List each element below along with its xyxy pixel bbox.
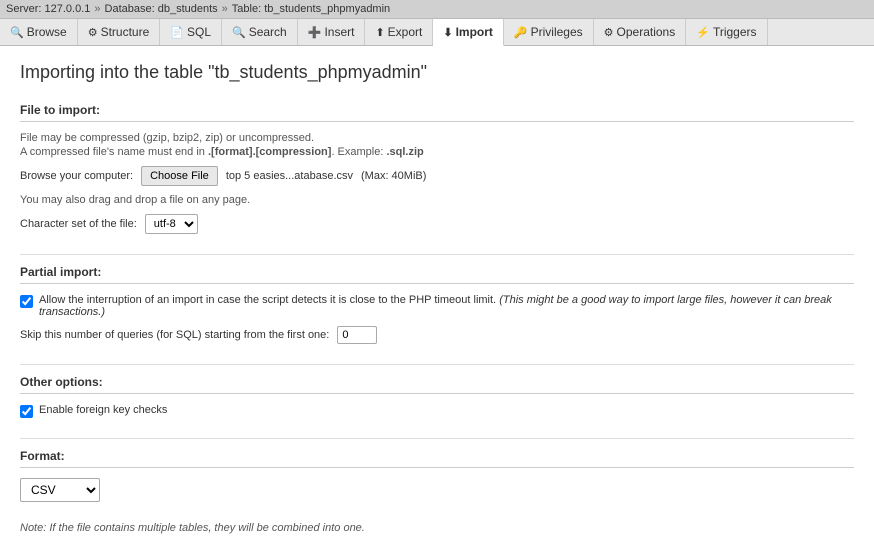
file-info-2-bold: .[format].[compression]	[208, 146, 331, 158]
format-select[interactable]: CSV SQL JSON XML ODS XLSX	[20, 478, 100, 502]
tab-structure-label: Structure	[101, 25, 150, 39]
max-size: (Max: 40MiB)	[361, 170, 426, 182]
foreign-key-label: Enable foreign key checks	[39, 404, 167, 416]
page-title: Importing into the table "tb_students_ph…	[20, 62, 854, 83]
file-to-import-section: File to import: File may be compressed (…	[20, 103, 854, 234]
tab-privileges[interactable]: 🔑 Privileges	[504, 19, 594, 45]
partial-import-header: Partial import:	[20, 265, 854, 284]
file-info-2: A compressed file's name must end in .[f…	[20, 146, 854, 158]
tab-triggers-label: Triggers	[713, 25, 757, 39]
tab-browse[interactable]: 🔍 Browse	[0, 19, 78, 45]
breadcrumb-table: Table: tb_students_phpmyadmin	[232, 3, 390, 15]
allow-interrupt-row: Allow the interruption of an import in c…	[20, 294, 854, 318]
insert-icon: ➕	[308, 26, 322, 39]
tab-browse-label: Browse	[27, 25, 67, 39]
tab-search[interactable]: 🔍 Search	[222, 19, 298, 45]
skip-label: Skip this number of queries (for SQL) st…	[20, 329, 329, 341]
drag-drop-text: You may also drag and drop a file on any…	[20, 194, 854, 206]
tab-privileges-label: Privileges	[531, 25, 583, 39]
browse-icon: 🔍	[10, 26, 24, 39]
tab-search-label: Search	[249, 25, 287, 39]
breadcrumb-sep2: »	[222, 3, 228, 15]
charset-row: Character set of the file: utf-8	[20, 214, 854, 234]
foreign-key-checkbox[interactable]	[20, 405, 33, 418]
tab-triggers[interactable]: ⚡ Triggers	[686, 19, 767, 45]
breadcrumb-bar: Server: 127.0.0.1 » Database: db_student…	[0, 0, 874, 19]
divider-1	[20, 254, 854, 255]
main-content: Importing into the table "tb_students_ph…	[0, 46, 874, 550]
tab-sql[interactable]: 📄 SQL	[160, 19, 222, 45]
operations-icon: ⚙	[604, 26, 614, 39]
tab-export[interactable]: ⬆ Export	[365, 19, 433, 45]
import-icon: ⬇	[443, 26, 452, 39]
sql-icon: 📄	[170, 26, 184, 39]
format-header: Format:	[20, 449, 854, 468]
file-info-2-suffix: . Example:	[331, 146, 386, 158]
charset-select[interactable]: utf-8	[145, 214, 198, 234]
allow-interrupt-label: Allow the interruption of an import in c…	[39, 294, 854, 318]
tab-insert-label: Insert	[324, 25, 354, 39]
tab-import-label: Import	[456, 25, 493, 39]
skip-row: Skip this number of queries (for SQL) st…	[20, 326, 854, 344]
file-info-2-prefix: A compressed file's name must end in	[20, 146, 208, 158]
file-info-2-example: .sql.zip	[386, 146, 423, 158]
other-options-section: Other options: Enable foreign key checks	[20, 375, 854, 418]
structure-icon: ⚙	[88, 26, 98, 39]
tab-insert[interactable]: ➕ Insert	[298, 19, 366, 45]
file-hint: top 5 easies...atabase.csv	[226, 170, 353, 182]
tab-operations[interactable]: ⚙ Operations	[594, 19, 687, 45]
browse-row: Browse your computer: Choose File top 5 …	[20, 166, 854, 186]
breadcrumb-sep1: »	[94, 3, 100, 15]
note-text: Note: If the file contains multiple tabl…	[20, 522, 854, 534]
choose-file-button[interactable]: Choose File	[141, 166, 218, 186]
tab-sql-label: SQL	[187, 25, 211, 39]
triggers-icon: ⚡	[696, 26, 710, 39]
breadcrumb-server: Server: 127.0.0.1	[6, 3, 90, 15]
tab-navigation: 🔍 Browse ⚙ Structure 📄 SQL 🔍 Search ➕ In…	[0, 19, 874, 46]
divider-2	[20, 364, 854, 365]
tab-operations-label: Operations	[617, 25, 676, 39]
skip-input[interactable]	[337, 326, 377, 344]
foreign-key-row: Enable foreign key checks	[20, 404, 854, 418]
file-info-1: File may be compressed (gzip, bzip2, zip…	[20, 132, 854, 144]
other-options-header: Other options:	[20, 375, 854, 394]
partial-import-section: Partial import: Allow the interruption o…	[20, 265, 854, 344]
allow-interrupt-checkbox[interactable]	[20, 295, 33, 308]
tab-structure[interactable]: ⚙ Structure	[78, 19, 161, 45]
tab-export-label: Export	[388, 25, 423, 39]
tab-import[interactable]: ⬇ Import	[433, 19, 504, 46]
browse-label: Browse your computer:	[20, 170, 133, 182]
divider-3	[20, 438, 854, 439]
format-select-wrap: CSV SQL JSON XML ODS XLSX	[20, 478, 854, 502]
export-icon: ⬆	[375, 26, 384, 39]
breadcrumb-database: Database: db_students	[105, 3, 218, 15]
charset-label: Character set of the file:	[20, 218, 137, 230]
format-section: Format: CSV SQL JSON XML ODS XLSX	[20, 449, 854, 502]
search-icon: 🔍	[232, 26, 246, 39]
privileges-icon: 🔑	[514, 26, 528, 39]
file-to-import-header: File to import:	[20, 103, 854, 122]
